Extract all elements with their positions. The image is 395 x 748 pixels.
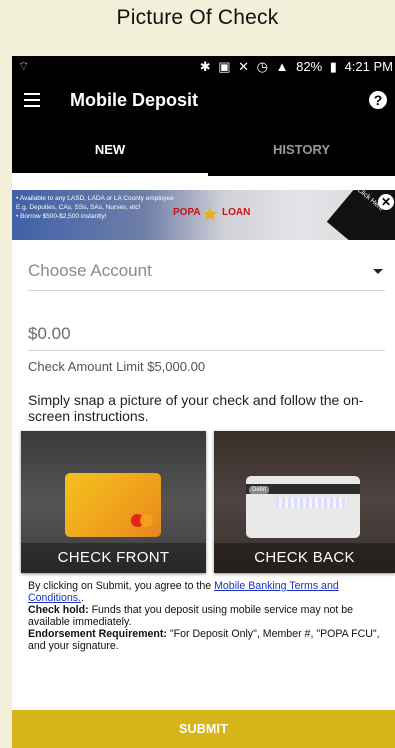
- signal-icon: ▲: [275, 59, 289, 74]
- loan-banner-ad[interactable]: • Available to any LASD, LADA or LA Coun…: [12, 190, 395, 240]
- banner-brand-a: POPA: [173, 207, 201, 218]
- banner-text: • Available to any LASD, LADA or LA Coun…: [16, 194, 174, 221]
- card-back-image: Debit: [246, 476, 360, 538]
- dropdown-arrow-icon: [373, 269, 383, 274]
- menu-icon[interactable]: [24, 93, 40, 107]
- page-title: Mobile Deposit: [70, 90, 199, 110]
- amount-limit-text: Check Amount Limit $5,000.00: [28, 359, 206, 374]
- app-bar: Mobile Deposit ?: [12, 78, 395, 124]
- amount-input[interactable]: $0.00: [28, 320, 385, 351]
- submit-button[interactable]: SUBMIT: [12, 710, 395, 748]
- check-back-label: CHECK BACK: [214, 543, 395, 573]
- check-front-label: CHECK FRONT: [21, 543, 206, 573]
- status-right: ✱ ▣ ✕ ◷ ▲ 82% ▮ 4:21 PM: [196, 59, 393, 75]
- terms-intro: By clicking on Submit, you agree to the: [28, 580, 215, 592]
- close-icon[interactable]: ✕: [378, 194, 394, 210]
- status-bar: ⌔ ✱ ▣ ✕ ◷ ▲ 82% ▮ 4:21 PM: [12, 56, 395, 78]
- battery-icon: ▮: [329, 59, 337, 74]
- phone-screen: ⌔ ✱ ▣ ✕ ◷ ▲ 82% ▮ 4:21 PM Mobile Deposit…: [12, 56, 395, 748]
- help-icon[interactable]: ?: [369, 91, 387, 109]
- banner-line-2: E.g. Deputies, CAs, SSs, SAs, Nurses, et…: [16, 204, 141, 211]
- check-back-button[interactable]: Debit CHECK BACK: [214, 431, 395, 573]
- check-hold-label: Check hold:: [28, 604, 89, 616]
- account-select-label: Choose Account: [28, 261, 152, 280]
- card-front-image: [65, 473, 161, 537]
- tab-indicator: [12, 173, 208, 176]
- battery-percent: 82%: [296, 59, 323, 74]
- banner-line-3: • Borrow $500-$2,500 instantly!: [16, 213, 107, 220]
- bluetooth-icon: ✱: [199, 59, 211, 74]
- alarm-icon: ◷: [256, 59, 269, 74]
- amount-value: $0.00: [28, 324, 71, 343]
- nfc-icon: ▣: [218, 59, 231, 74]
- choose-account-dropdown[interactable]: Choose Account: [28, 256, 385, 291]
- banner-brand-b: LOAN: [222, 207, 251, 218]
- check-front-button[interactable]: CHECK FRONT: [21, 431, 206, 573]
- tab-new[interactable]: NEW: [12, 124, 208, 176]
- tab-history[interactable]: HISTORY: [208, 124, 395, 176]
- wifi-icon: ⌔: [18, 59, 30, 73]
- signature-panel: [276, 498, 346, 508]
- tab-bar: NEW HISTORY: [12, 124, 395, 176]
- banner-line-1: • Available to any LASD, LADA or LA Coun…: [16, 195, 174, 202]
- terms-text: By clicking on Submit, you agree to the …: [28, 580, 388, 652]
- terms-after-link: .: [81, 592, 84, 604]
- mastercard-logo-icon: [131, 514, 153, 527]
- endorsement-label: Endorsement Requirement:: [28, 628, 167, 640]
- status-time: 4:21 PM: [344, 59, 393, 74]
- mute-icon: ✕: [238, 59, 250, 74]
- debit-badge: Debit: [249, 486, 270, 494]
- page-caption: Picture Of Check: [116, 6, 279, 29]
- star-badge-icon: ★: [201, 204, 219, 226]
- instructions-text: Simply snap a picture of your check and …: [28, 392, 364, 424]
